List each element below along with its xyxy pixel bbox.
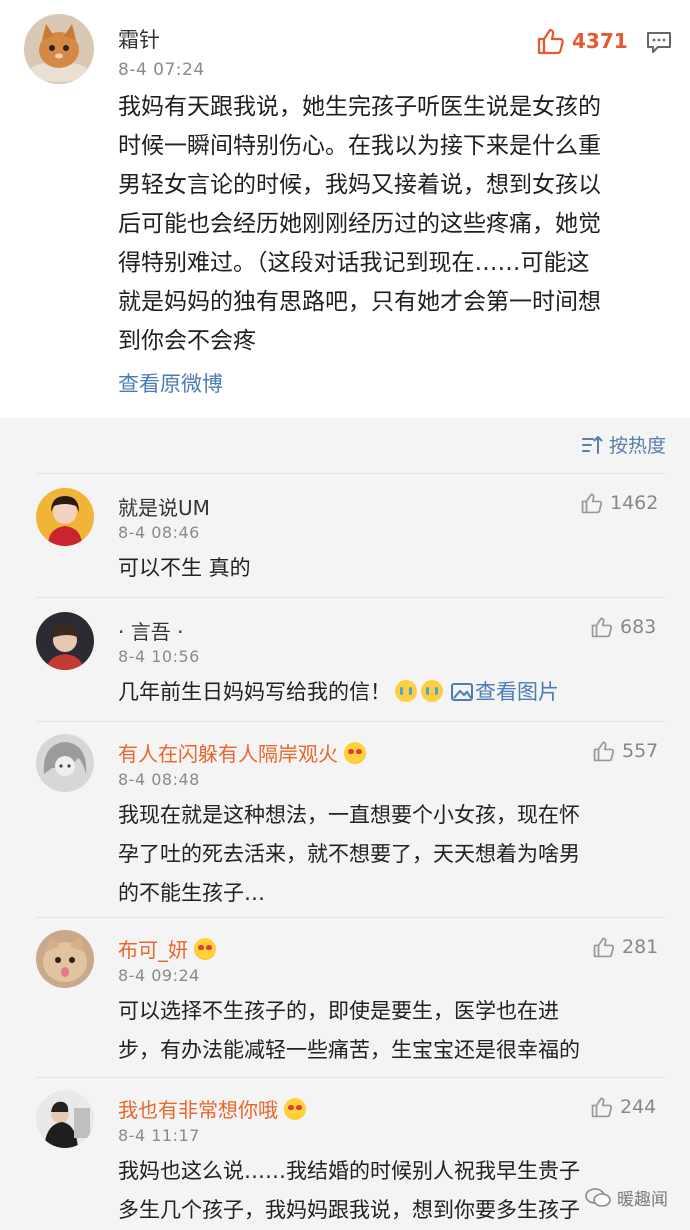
thumbs-up-icon <box>593 937 615 958</box>
comment-line: 我现在就是这种想法，一直想要个小女孩，现在怀 <box>118 803 580 827</box>
comment-text: 可以选择不生孩子的，即使是要生，医学也在进 步，有办法能减轻一些痛苦，生宝宝还是… <box>118 992 658 1070</box>
comment-username[interactable]: 我也有非常想你哦 <box>118 1094 306 1123</box>
comment-username-text: 我也有非常想你哦 <box>118 1098 278 1122</box>
avatar[interactable] <box>36 488 94 546</box>
comment-username[interactable]: · 言吾 · <box>118 616 183 645</box>
comment-time: 8-4 08:48 <box>118 770 200 789</box>
view-image-link[interactable]: 查看图片 <box>451 680 559 704</box>
watermark-text: 暖趣闻 <box>617 1190 668 1210</box>
comment-like-count: 1462 <box>610 492 659 514</box>
post-line: 后可能也会经历她刚刚经历过的这些疼痛，她觉 <box>118 211 601 237</box>
vip-badge-icon <box>284 1098 306 1120</box>
comment-line: 的不能生孩子… <box>118 881 265 905</box>
comment-username-text: 有人在闪躲有人隔岸观火 <box>118 742 338 766</box>
comment-like-button[interactable]: 557 <box>592 740 658 762</box>
thumbs-up-icon <box>537 28 564 55</box>
post-line: 我妈有天跟我说，她生完孩子听医生说是女孩的 <box>118 94 601 120</box>
post-like-button[interactable]: 4371 <box>536 26 628 56</box>
wechat-icon <box>585 1187 611 1207</box>
comment-time: 8-4 11:17 <box>118 1126 200 1145</box>
comment-like-button[interactable]: 281 <box>592 936 658 958</box>
thumbs-up-icon <box>593 741 615 762</box>
comment-text: 几年前生日妈妈写给我的信！ 查看图片 <box>118 673 658 712</box>
post-like-count: 4371 <box>572 29 628 53</box>
comment-line: 孕了吐的死去活来，就不想要了，天天想着为啥男 <box>118 842 580 866</box>
comment-text: 我妈也这么说……我结婚的时候别人祝我早生贵子 多生几个孩子，我妈妈跟我说，想到你… <box>118 1152 658 1230</box>
avatar[interactable] <box>36 930 94 988</box>
view-image-label: 查看图片 <box>475 680 559 704</box>
comment-icon <box>647 32 671 53</box>
comment-username[interactable]: 布可_妍 <box>118 934 216 963</box>
vip-badge-icon <box>194 938 216 960</box>
comment-like-count: 557 <box>622 740 659 762</box>
view-original-link[interactable]: 查看原微博 <box>118 368 223 398</box>
comment-like-count: 244 <box>620 1096 657 1118</box>
comment-time: 8-4 09:24 <box>118 966 200 985</box>
post-line: 就是妈妈的独有思路吧，只有她才会第一时间想 <box>118 289 601 315</box>
comment-line: 步，有办法能减轻一些痛苦，生宝宝还是很幸福的 <box>118 1038 580 1062</box>
comment-item: 就是说UM 8-4 08:46 1462 可以不生 真的 <box>0 474 690 598</box>
comment-like-count: 281 <box>622 936 659 958</box>
crying-emoji-icon <box>421 680 443 702</box>
comment-time: 8-4 10:56 <box>118 647 200 666</box>
sort-icon <box>581 435 603 454</box>
comment-username-text: 布可_妍 <box>118 938 188 962</box>
thumbs-up-icon <box>581 493 603 514</box>
comment-like-button[interactable]: 1462 <box>580 492 658 514</box>
vip-badge-icon <box>344 742 366 764</box>
comment-time: 8-4 08:46 <box>118 523 200 542</box>
post-line: 时候一瞬间特别伤心。在我以为接下来是什么重 <box>118 133 601 159</box>
post-username[interactable]: 霜针 <box>118 24 160 54</box>
post-line: 男轻女言论的时候，我妈又接着说，想到女孩以 <box>118 172 601 198</box>
comment-text: 我现在就是这种想法，一直想要个小女孩，现在怀 孕了吐的死去活来，就不想要了，天天… <box>118 796 658 913</box>
comment-like-count: 683 <box>620 616 657 638</box>
comment-line: 我妈也这么说……我结婚的时候别人祝我早生贵子 <box>118 1159 580 1183</box>
post-line: 到你会不会疼 <box>118 328 256 354</box>
avatar[interactable] <box>36 734 94 792</box>
thumbs-up-icon <box>591 1097 613 1118</box>
comment-button[interactable] <box>646 30 672 58</box>
thumbs-up-icon <box>591 617 613 638</box>
crying-emoji-icon <box>395 680 417 702</box>
avatar[interactable] <box>36 612 94 670</box>
comment-like-button[interactable]: 683 <box>590 616 656 638</box>
comment-line: 可以不生 真的 <box>118 556 251 580</box>
sort-label: 按热度 <box>608 435 666 457</box>
comment-line: 可以选择不生孩子的，即使是要生，医学也在进 <box>118 999 559 1023</box>
image-icon <box>451 683 473 701</box>
comment-username[interactable]: 就是说UM <box>118 492 210 521</box>
comment-like-button[interactable]: 244 <box>590 1096 656 1118</box>
watermark: 暖趣闻 <box>585 1185 668 1210</box>
comment-item: · 言吾 · 8-4 10:56 683 几年前生日妈妈写给我的信！ 查看图片 <box>0 598 690 722</box>
avatar[interactable] <box>24 14 94 84</box>
original-post: 霜针 8-4 07:24 4371 我妈有天跟我说，她生完孩子听医生说是女孩的 … <box>0 0 690 418</box>
post-body: 我妈有天跟我说，她生完孩子听医生说是女孩的 时候一瞬间特别伤心。在我以为接下来是… <box>118 88 663 361</box>
comment-text: 可以不生 真的 <box>118 549 658 588</box>
post-line: 得特别难过。（这段对话我记到现在……可能这 <box>118 250 590 276</box>
post-time: 8-4 07:24 <box>118 60 205 80</box>
comment-line: 多生几个孩子，我妈妈跟我说，想到你要多生孩子 <box>118 1198 580 1222</box>
sort-by-hot-button[interactable]: 按热度 <box>581 431 666 458</box>
comment-item: 布可_妍 8-4 09:24 281 可以选择不生孩子的，即使是要生，医学也在进… <box>0 918 690 1076</box>
comment-line: 几年前生日妈妈写给我的信！ <box>118 680 391 704</box>
comment-item: 有人在闪躲有人隔岸观火 8-4 08:48 557 我现在就是这种想法，一直想要… <box>0 722 690 918</box>
avatar[interactable] <box>36 1090 94 1148</box>
comment-username[interactable]: 有人在闪躲有人隔岸观火 <box>118 738 366 767</box>
sort-bar: 按热度 <box>0 418 690 474</box>
